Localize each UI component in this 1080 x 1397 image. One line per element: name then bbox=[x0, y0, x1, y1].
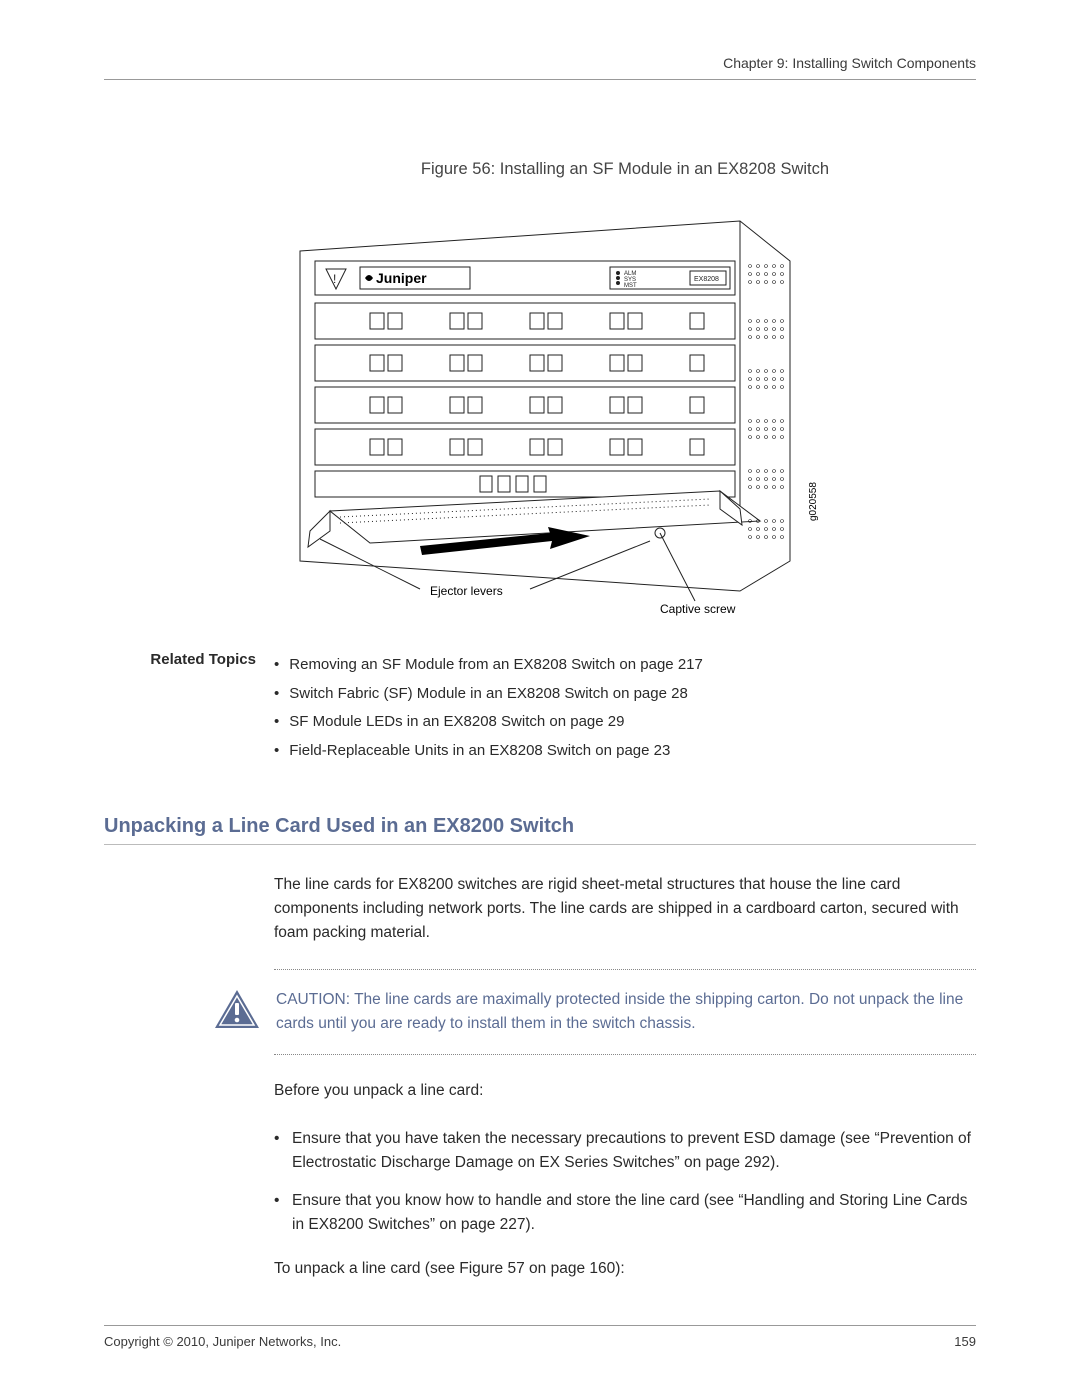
related-topics-label: Related Topics bbox=[104, 651, 274, 765]
related-item: Switch Fabric (SF) Module in an EX8208 S… bbox=[274, 680, 703, 709]
figure-caption: Figure 56: Installing an SF Module in an… bbox=[274, 160, 976, 179]
related-topics: Related Topics Removing an SF Module fro… bbox=[104, 651, 976, 765]
step-item: Ensure that you have taken the necessary… bbox=[274, 1127, 976, 1175]
chapter-header: Chapter 9: Installing Switch Components bbox=[104, 55, 976, 80]
page-footer: Copyright © 2010, Juniper Networks, Inc.… bbox=[104, 1325, 976, 1349]
caution-label: CAUTION: bbox=[276, 991, 350, 1008]
figure-illustration: ! Juniper ALM SYS MST EX8208 bbox=[230, 191, 850, 621]
caution-block: CAUTION:The line cards are maximally pro… bbox=[274, 969, 976, 1055]
figure-code: g020558 bbox=[808, 482, 819, 521]
related-item: Removing an SF Module from an EX8208 Swi… bbox=[274, 651, 703, 680]
unpack-paragraph: To unpack a line card (see Figure 57 on … bbox=[274, 1257, 976, 1281]
related-item: Field-Replaceable Units in an EX8208 Swi… bbox=[274, 737, 703, 766]
copyright: Copyright © 2010, Juniper Networks, Inc. bbox=[104, 1334, 341, 1349]
page-number: 159 bbox=[954, 1334, 976, 1349]
step-item: Ensure that you know how to handle and s… bbox=[274, 1189, 976, 1237]
caution-text: CAUTION:The line cards are maximally pro… bbox=[276, 988, 976, 1036]
before-paragraph: Before you unpack a line card: bbox=[274, 1079, 976, 1103]
related-item: SF Module LEDs in an EX8208 Switch on pa… bbox=[274, 708, 703, 737]
svg-text:EX8208: EX8208 bbox=[694, 276, 719, 283]
svg-text:MST: MST bbox=[624, 283, 637, 289]
svg-text:!: ! bbox=[333, 272, 336, 286]
section-heading: Unpacking a Line Card Used in an EX8200 … bbox=[104, 815, 976, 845]
caution-icon bbox=[212, 988, 262, 1032]
label-ejector-levers: Ejector levers bbox=[430, 584, 503, 598]
intro-paragraph: The line cards for EX8200 switches are r… bbox=[274, 873, 976, 945]
caution-body: The line cards are maximally protected i… bbox=[276, 991, 963, 1032]
label-captive-screw: Captive screw bbox=[660, 602, 736, 616]
brand-text: Juniper bbox=[376, 270, 427, 286]
